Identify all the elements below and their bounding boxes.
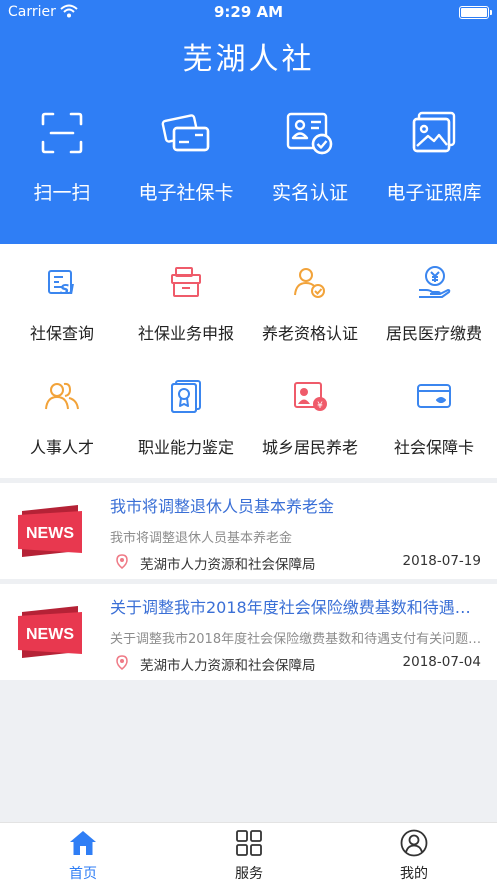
news-title[interactable]: 关于调整我市2018年度社会保险缴费基数和待遇支付有关问题的通知 (110, 594, 480, 618)
service-label: 社会保障卡 (393, 438, 474, 457)
service-certificate[interactable]: 职业能力鉴定 (124, 358, 248, 470)
news-title[interactable]: 我市将调整退休人员基本养老金 (110, 493, 480, 517)
business-declare-icon (171, 267, 201, 297)
tab-home[interactable]: 首页 (0, 823, 166, 883)
service-label: 人事人才 (29, 438, 94, 457)
news-date: 2018-07-19 (402, 553, 481, 569)
tab-services[interactable]: 服务 (166, 823, 332, 883)
service-pension-qualify[interactable]: 养老资格认证 (248, 244, 372, 356)
service-grid: SI 社保查询 社保业务申报 养老资格认证 居民医疗缴费 人事人才 职业能力鉴定… (0, 244, 497, 478)
service-business-declare[interactable]: 社保业务申报 (124, 244, 248, 356)
service-label: 居民医疗缴费 (385, 324, 482, 343)
news-badge-text: NEWS (26, 525, 74, 542)
quick-action-label: 电子社保卡 (138, 182, 234, 204)
tab-label: 首页 (69, 866, 97, 882)
tab-label: 我的 (400, 866, 428, 882)
grid-icon (236, 830, 262, 856)
medical-payment-icon (419, 266, 451, 298)
location-pin-icon (116, 554, 128, 569)
personnel-icon (45, 382, 79, 410)
id-verify-icon (286, 112, 333, 155)
resident-pension-icon: ¥ (294, 382, 327, 411)
quick-action-social-card[interactable]: 电子社保卡 (124, 104, 248, 214)
service-label: 社保查询 (29, 324, 94, 343)
quick-action-photo-library[interactable]: 电子证照库 (372, 104, 496, 214)
news-source: 芜湖市人力资源和社会保障局 (140, 557, 316, 573)
service-resident-pension[interactable]: ¥ 城乡居民养老 (248, 358, 372, 470)
status-time: 9:29 AM (213, 3, 284, 21)
news-badge-icon: NEWS (18, 606, 82, 658)
security-card-icon (417, 384, 451, 408)
news-item[interactable]: NEWS 关于调整我市2018年度社会保险缴费基数和待遇支付有关问题的通知 关于… (0, 584, 497, 680)
tab-label: 服务 (235, 866, 263, 882)
social-card-icon (161, 114, 210, 152)
service-label: 社保业务申报 (137, 324, 234, 343)
news-summary: 关于调整我市2018年度社会保险缴费基数和待遇支付有关问题的通知 (110, 632, 484, 647)
news-badge-icon: NEWS (18, 505, 82, 557)
svg-text:SI: SI (60, 283, 74, 298)
quick-action-label: 实名认证 (271, 182, 348, 204)
quick-actions: 扫一扫 电子社保卡 实名认证 电子证照库 (0, 104, 497, 214)
certificate-icon (171, 380, 201, 413)
service-security-card[interactable]: 社会保障卡 (372, 358, 496, 470)
news-source: 芜湖市人力资源和社会保障局 (140, 658, 316, 674)
quick-action-id-verify[interactable]: 实名认证 (248, 104, 372, 214)
home-icon (70, 831, 96, 855)
scan-icon (41, 112, 83, 154)
si-query-icon: SI (48, 270, 74, 298)
pension-qualify-icon (294, 268, 325, 298)
header-banner: Carrier 9:29 AM 芜湖人社 扫一扫 电子社保卡 实名认证 电子证照… (0, 0, 497, 244)
service-label: 城乡居民养老 (261, 438, 358, 457)
service-si-query[interactable]: SI 社保查询 (0, 244, 124, 356)
service-label: 养老资格认证 (261, 324, 358, 343)
status-bar: Carrier 9:29 AM (0, 0, 497, 26)
photo-library-icon (412, 111, 456, 153)
news-item[interactable]: NEWS 我市将调整退休人员基本养老金 我市将调整退休人员基本养老金 芜湖市人力… (0, 483, 497, 579)
page-title: 芜湖人社 (182, 42, 315, 77)
location-pin-icon (116, 655, 128, 670)
user-icon (400, 829, 428, 857)
service-personnel[interactable]: 人事人才 (0, 358, 124, 470)
news-date: 2018-07-04 (402, 654, 481, 670)
news-summary: 我市将调整退休人员基本养老金 (110, 531, 293, 546)
svg-text:¥: ¥ (317, 401, 323, 411)
quick-action-scan[interactable]: 扫一扫 (0, 104, 124, 214)
news-badge-text: NEWS (26, 626, 74, 643)
service-medical-payment[interactable]: 居民医疗缴费 (372, 244, 496, 356)
tab-profile[interactable]: 我的 (331, 823, 497, 883)
service-label: 职业能力鉴定 (137, 438, 234, 457)
tab-bar: 首页 服务 我的 (0, 822, 497, 883)
quick-action-label: 电子证照库 (386, 182, 482, 204)
battery-icon (459, 6, 492, 19)
